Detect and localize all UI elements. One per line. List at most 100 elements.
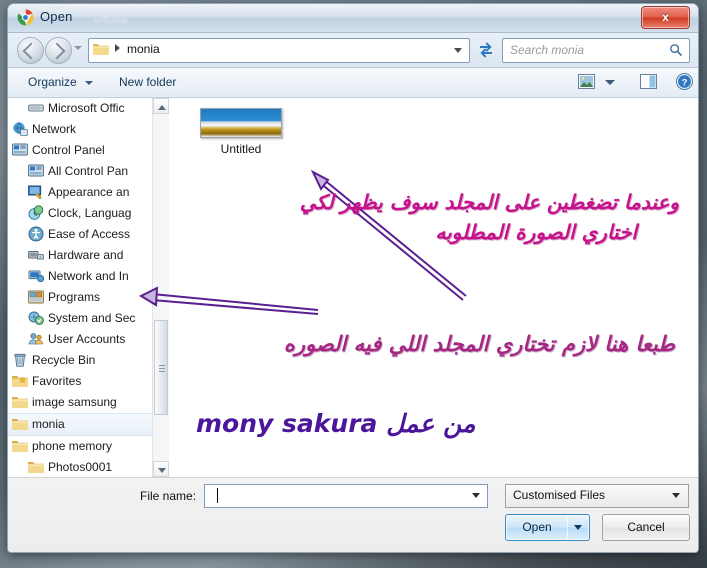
file-name-input[interactable]	[204, 484, 488, 508]
ease-of-access-icon	[28, 226, 44, 242]
scroll-up-button[interactable]	[153, 98, 169, 114]
scroll-down-button[interactable]	[153, 461, 169, 477]
search-icon	[670, 44, 683, 57]
help-button[interactable]: ?	[676, 73, 693, 95]
file-item[interactable]: Untitled	[193, 108, 289, 156]
tree-item-appearance-an[interactable]: Appearance an	[8, 182, 168, 203]
programs-icon	[28, 289, 44, 305]
tree-item-label: Programs	[48, 290, 101, 304]
drive-icon	[28, 104, 44, 112]
back-arrow-icon	[22, 42, 40, 60]
system-security-icon	[28, 310, 44, 326]
control-panel-icon	[28, 164, 44, 177]
tree-item-label: Recycle Bin	[32, 353, 96, 367]
forward-arrow-icon	[48, 42, 66, 60]
history-dropdown-icon[interactable]	[74, 46, 82, 50]
tree-item-monia[interactable]: monia	[8, 413, 168, 436]
chevron-down-icon[interactable]	[472, 493, 480, 498]
tree-item-user-accounts[interactable]: User Accounts	[8, 329, 168, 350]
scroll-up-icon	[158, 105, 166, 110]
programs-icon	[28, 290, 44, 304]
search-placeholder: Search monia	[510, 43, 585, 57]
favorites-folder-icon	[12, 376, 28, 387]
tree-item-label: image samsung	[32, 395, 117, 409]
tree-item-programs[interactable]: Programs	[8, 287, 168, 308]
navigation-tree[interactable]: Microsoft Offic Network Control Panel All C…	[8, 98, 169, 477]
user-accounts-icon	[28, 331, 44, 347]
control-panel-icon	[12, 143, 28, 156]
scroll-down-icon	[158, 468, 166, 473]
tree-item-all-control-pan[interactable]: All Control Pan	[8, 161, 168, 182]
tree-item-recycle-bin[interactable]: Recycle Bin	[8, 350, 168, 371]
control-panel-icon	[28, 163, 44, 179]
tree-item-label: Appearance an	[48, 185, 130, 199]
tree-item-label: Network	[32, 122, 77, 136]
tree-item-network[interactable]: Network	[8, 119, 168, 140]
tree-item-label: monia	[32, 417, 65, 431]
folder-icon	[12, 438, 28, 454]
file-name-label: File name:	[140, 489, 197, 503]
tree-scrollbar[interactable]	[152, 98, 169, 477]
tree-item-favorites[interactable]: Favorites	[8, 371, 168, 392]
views-button[interactable]	[578, 74, 595, 95]
tree-item-phone-memory[interactable]: phone memory	[8, 436, 168, 457]
forward-button[interactable]	[45, 37, 72, 64]
tree-item-label: Network and In	[48, 269, 129, 283]
appearance-icon	[28, 185, 42, 200]
tree-item-network-and-in[interactable]: Network and In	[8, 266, 168, 287]
file-list-pane[interactable]: Untitled	[169, 98, 698, 477]
address-bar[interactable]: monia	[88, 38, 470, 63]
tree-item-control-panel[interactable]: Control Panel	[8, 140, 168, 161]
chevron-down-icon[interactable]	[605, 80, 615, 85]
desktop-background: Open منتديات x monia Search monia Organi…	[0, 0, 707, 568]
folder-icon	[12, 419, 28, 430]
tree-item-hardware-and[interactable]: Hardware and	[8, 245, 168, 266]
chevron-down-icon[interactable]	[454, 48, 462, 53]
tree-item-clock-languag[interactable]: Clock, Languag	[8, 203, 168, 224]
tree-item-label: All Control Pan	[48, 164, 129, 178]
tree-item-label: Hardware and	[48, 248, 124, 262]
title-bar: Open منتديات x	[8, 4, 698, 33]
tree-item-ease-of-access[interactable]: Ease of Access	[8, 224, 168, 245]
recycle-bin-icon	[14, 353, 26, 367]
folder-icon	[28, 459, 44, 475]
scrollbar-grip-icon	[159, 364, 165, 372]
organize-button[interactable]: Organize	[24, 74, 97, 90]
search-input[interactable]: Search monia	[502, 38, 690, 63]
navigation-bar: monia Search monia	[8, 33, 698, 68]
cancel-button[interactable]: Cancel	[602, 514, 690, 541]
control-panel-icon	[12, 142, 28, 158]
drive-icon	[28, 100, 44, 116]
recycle-bin-icon	[12, 352, 28, 368]
folder-icon	[12, 397, 28, 408]
open-button[interactable]: Open	[505, 514, 569, 541]
favorites-folder-icon	[12, 373, 28, 389]
close-button[interactable]: x	[641, 6, 690, 29]
refresh-button[interactable]	[474, 38, 498, 63]
user-accounts-icon	[28, 333, 43, 345]
back-button[interactable]	[17, 37, 44, 64]
svg-text:?: ?	[682, 77, 688, 88]
tree-item-label: User Accounts	[48, 332, 126, 346]
tree-item-label: Control Panel	[32, 143, 105, 157]
title-watermark: منتديات	[93, 13, 129, 25]
tree-item-label: Favorites	[32, 374, 82, 388]
tree-item-microsoft-offic[interactable]: Microsoft Offic	[8, 98, 168, 119]
preview-pane-icon	[640, 74, 657, 89]
help-icon: ?	[676, 73, 693, 90]
chevron-down-icon	[672, 493, 680, 498]
image-thumbnail	[200, 108, 282, 138]
open-dropdown-button[interactable]	[567, 514, 590, 541]
file-item-label: Untitled	[220, 142, 262, 156]
text-cursor	[217, 488, 218, 503]
tree-item-image-samsung[interactable]: image samsung	[8, 392, 168, 413]
new-folder-button[interactable]: New folder	[115, 74, 180, 90]
network-internet-icon	[28, 270, 45, 283]
tree-item-photos0001[interactable]: Photos0001	[8, 457, 168, 477]
scrollbar-thumb[interactable]	[154, 320, 168, 415]
tree-item-system-and-sec[interactable]: System and Sec	[8, 308, 168, 329]
file-type-select[interactable]: Customised Files	[505, 484, 689, 508]
preview-pane-button[interactable]	[640, 74, 657, 95]
breadcrumb-monia[interactable]: monia	[127, 42, 160, 56]
breadcrumb-separator-icon[interactable]	[115, 44, 120, 52]
